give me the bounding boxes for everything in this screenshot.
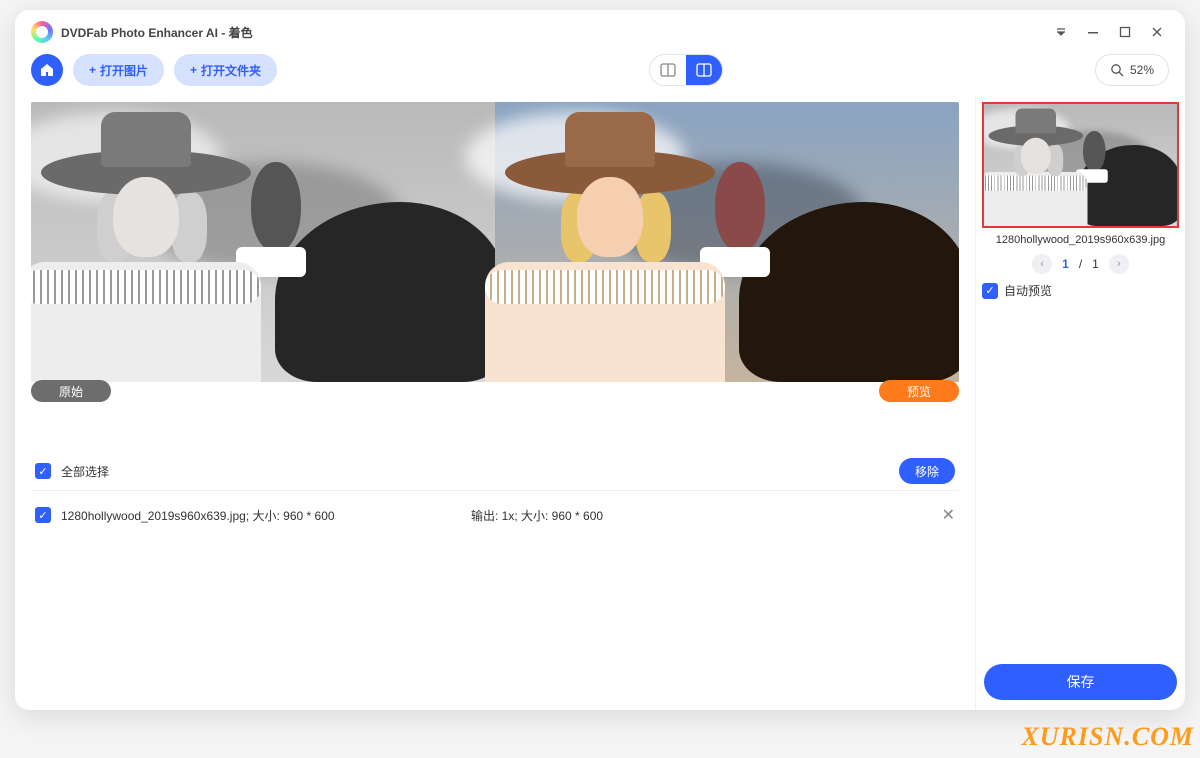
app-title: DVDFab Photo Enhancer AI - 着色 <box>61 24 253 41</box>
zoom-value: 52% <box>1130 63 1154 77</box>
close-button[interactable] <box>1145 20 1169 44</box>
save-label: 保存 <box>1067 672 1095 692</box>
open-folder-label: 打开文件夹 <box>201 62 261 79</box>
row-remove-icon[interactable]: ✕ <box>942 505 955 525</box>
menu-icon[interactable] <box>1049 20 1073 44</box>
original-badge: 原始 <box>31 380 111 402</box>
main-column: 原始 预览 ✓ 全部选择 移除 ✓ 1280hollywood_2019s960… <box>15 96 975 710</box>
zoom-button[interactable]: 52% <box>1095 54 1169 86</box>
select-all-checkbox[interactable]: ✓ <box>35 463 51 479</box>
home-button[interactable] <box>31 54 63 86</box>
preview-image <box>495 102 959 382</box>
image-preview[interactable]: 原始 预览 <box>31 102 959 402</box>
auto-preview-row: ✓ 自动预览 <box>982 282 1179 299</box>
maximize-button[interactable] <box>1113 20 1137 44</box>
plus-icon: + <box>190 63 197 77</box>
pager-total: 1 <box>1092 257 1099 271</box>
open-image-label: 打开图片 <box>100 62 148 79</box>
minimize-button[interactable] <box>1081 20 1105 44</box>
open-image-button[interactable]: + 打开图片 <box>73 54 164 86</box>
save-button[interactable]: 保存 <box>984 664 1177 700</box>
body: 原始 预览 ✓ 全部选择 移除 ✓ 1280hollywood_2019s960… <box>15 96 1185 710</box>
open-folder-button[interactable]: + 打开文件夹 <box>174 54 277 86</box>
pager-current: 1 <box>1062 257 1069 271</box>
remove-label: 移除 <box>915 463 939 480</box>
auto-preview-label: 自动预览 <box>1004 282 1052 299</box>
row-filename: 1280hollywood_2019s960x639.jpg; 大小: 960 … <box>61 507 461 524</box>
titlebar: DVDFab Photo Enhancer AI - 着色 <box>15 10 1185 50</box>
magnifier-icon <box>1110 63 1124 77</box>
list-row[interactable]: ✓ 1280hollywood_2019s960x639.jpg; 大小: 96… <box>31 490 959 539</box>
list-header: ✓ 全部选择 移除 <box>31 452 959 490</box>
pager: ‹ 1 / 1 › <box>982 254 1179 274</box>
select-all-label: 全部选择 <box>61 463 109 480</box>
toolbar: + 打开图片 + 打开文件夹 52% <box>15 50 1185 96</box>
original-image <box>31 102 495 382</box>
pager-sep: / <box>1079 257 1082 271</box>
watermark: XURISN.COM <box>1021 722 1194 752</box>
row-checkbox[interactable]: ✓ <box>35 507 51 523</box>
plus-icon: + <box>89 63 96 77</box>
pager-next[interactable]: › <box>1109 254 1129 274</box>
row-output: 输出: 1x; 大小: 960 * 600 <box>471 507 932 524</box>
view-split-vertical[interactable] <box>686 55 722 85</box>
sidebar: 1280hollywood_2019s960x639.jpg ‹ 1 / 1 ›… <box>975 96 1185 710</box>
view-toggle <box>649 54 723 86</box>
pager-prev[interactable]: ‹ <box>1032 254 1052 274</box>
preview-badge: 预览 <box>879 380 959 402</box>
auto-preview-checkbox[interactable]: ✓ <box>982 283 998 299</box>
app-icon <box>31 21 53 43</box>
file-list: ✓ 全部选择 移除 ✓ 1280hollywood_2019s960x639.j… <box>31 452 959 539</box>
remove-button[interactable]: 移除 <box>899 458 955 484</box>
thumbnail[interactable] <box>982 102 1179 228</box>
app-window: DVDFab Photo Enhancer AI - 着色 + 打开图片 + 打… <box>15 10 1185 710</box>
thumbnail-caption: 1280hollywood_2019s960x639.jpg <box>982 234 1179 246</box>
view-split-horizontal[interactable] <box>650 55 686 85</box>
